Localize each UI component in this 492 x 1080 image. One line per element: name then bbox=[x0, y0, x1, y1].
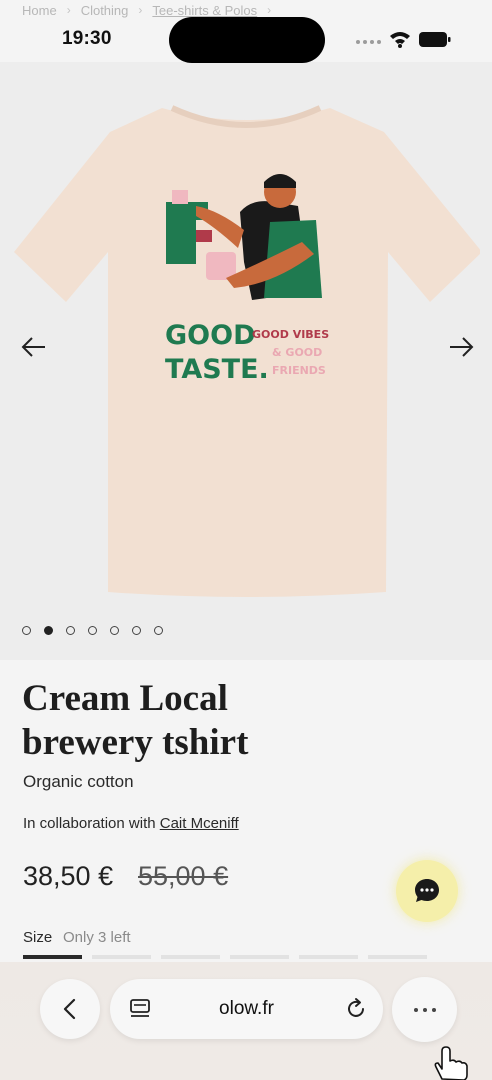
pagination-dot[interactable] bbox=[66, 626, 75, 635]
print-side3: FRIENDS bbox=[272, 364, 326, 377]
pagination-dot[interactable] bbox=[110, 626, 119, 635]
address-bar[interactable]: olow.fr bbox=[110, 979, 383, 1039]
size-option[interactable] bbox=[23, 955, 82, 959]
print-side1: GOOD VIBES bbox=[252, 328, 329, 341]
size-option[interactable] bbox=[92, 955, 151, 959]
more-options-button[interactable] bbox=[392, 977, 457, 1042]
pagination-dot[interactable] bbox=[154, 626, 163, 635]
size-selector bbox=[23, 955, 427, 959]
more-dot bbox=[431, 1007, 436, 1012]
collab-prefix: In collaboration with bbox=[23, 815, 156, 832]
print-line2: TASTE. bbox=[165, 354, 269, 385]
product-gallery[interactable]: GOOD TASTE. GOOD VIBES & GOOD FRIENDS bbox=[0, 62, 492, 660]
collaboration-text: In collaboration with Cait Mceniff bbox=[23, 815, 239, 832]
product-old-price: 55,00 € bbox=[138, 861, 229, 891]
product-title-line1: Cream Local bbox=[22, 678, 228, 719]
arrow-left-icon[interactable] bbox=[19, 332, 49, 362]
more-dot bbox=[422, 1007, 427, 1012]
product-price: 38,50 € bbox=[23, 861, 114, 891]
collab-artist-link[interactable]: Cait Mceniff bbox=[160, 815, 239, 832]
chat-button[interactable] bbox=[396, 860, 458, 922]
product-title: Cream Local brewery tshirt bbox=[22, 677, 382, 765]
product-image: GOOD TASTE. GOOD VIBES & GOOD FRIENDS bbox=[14, 105, 480, 597]
size-option[interactable] bbox=[299, 955, 358, 959]
signal-icon bbox=[356, 40, 381, 44]
product-material: Organic cotton bbox=[23, 772, 134, 791]
gallery-pagination bbox=[22, 626, 163, 635]
size-option[interactable] bbox=[161, 955, 220, 959]
status-time: 19:30 bbox=[62, 28, 112, 49]
url-text: olow.fr bbox=[219, 998, 274, 1019]
more-dot bbox=[413, 1007, 418, 1012]
size-label: Size bbox=[23, 929, 53, 946]
print-side2: & GOOD bbox=[272, 346, 322, 359]
pagination-dot[interactable] bbox=[88, 626, 97, 635]
stock-status: Only 3 left bbox=[63, 929, 131, 946]
chevron-left-icon bbox=[63, 998, 76, 1020]
pagination-dot[interactable] bbox=[132, 626, 141, 635]
pagination-dot[interactable] bbox=[22, 626, 31, 635]
back-button[interactable] bbox=[40, 979, 100, 1039]
arrow-right-icon[interactable] bbox=[446, 332, 476, 362]
dynamic-island bbox=[169, 17, 325, 63]
battery-icon bbox=[419, 32, 451, 47]
hand-pointer-icon bbox=[434, 1046, 468, 1080]
status-bar: 19:30 bbox=[0, 14, 492, 64]
size-option[interactable] bbox=[368, 955, 427, 959]
size-option[interactable] bbox=[230, 955, 289, 959]
print-line1: GOOD bbox=[165, 320, 255, 351]
pagination-dot-active[interactable] bbox=[44, 626, 53, 635]
wifi-icon bbox=[390, 32, 410, 48]
chat-bubble-icon bbox=[415, 879, 439, 902]
product-title-line2: brewery tshirt bbox=[22, 722, 249, 763]
reload-icon[interactable] bbox=[344, 997, 368, 1021]
